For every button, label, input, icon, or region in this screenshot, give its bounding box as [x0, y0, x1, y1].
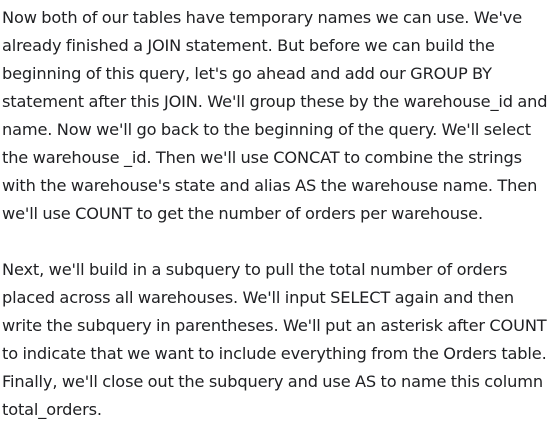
text-line: already finished a JOIN statement. But b… — [2, 36, 495, 55]
text-line: the warehouse _id. Then we'll use CONCAT… — [2, 148, 522, 167]
text-line: name. Now we'll go back to the beginning… — [2, 120, 531, 139]
text-line: total_orders. — [2, 400, 102, 419]
paragraph-2: Next, we'll build in a subquery to pull … — [2, 256, 553, 424]
paragraph-1: Now both of our tables have temporary na… — [2, 4, 553, 228]
text-line: statement after this JOIN. We'll group t… — [2, 92, 548, 111]
document-body: Now both of our tables have temporary na… — [0, 0, 553, 424]
text-line: Now both of our tables have temporary na… — [2, 8, 523, 27]
text-line: we'll use COUNT to get the number of ord… — [2, 204, 483, 223]
text-line: to indicate that we want to include ever… — [2, 344, 547, 363]
text-line: Next, we'll build in a subquery to pull … — [2, 260, 508, 279]
text-line: write the subquery in parentheses. We'll… — [2, 316, 547, 335]
text-line: Finally, we'll close out the subquery an… — [2, 372, 543, 391]
text-line: placed across all warehouses. We'll inpu… — [2, 288, 514, 307]
text-line: beginning of this query, let's go ahead … — [2, 64, 492, 83]
text-line: with the warehouse's state and alias AS … — [2, 176, 538, 195]
